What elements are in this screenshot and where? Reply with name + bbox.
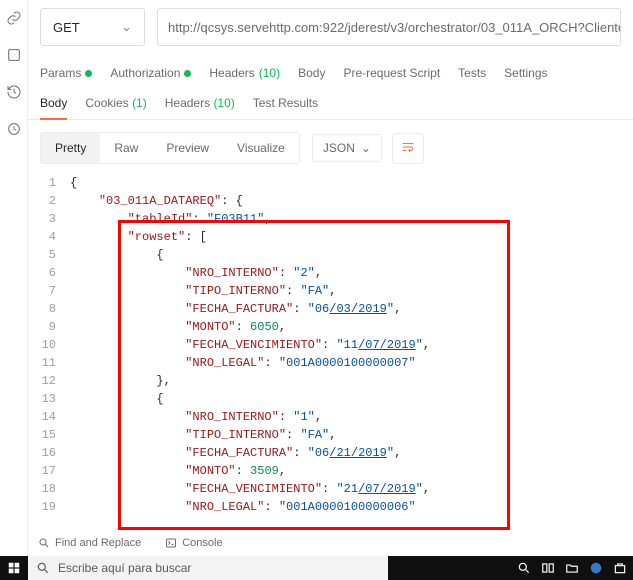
view-raw[interactable]: Raw [100,133,152,163]
json-key: "rowset" [128,230,186,244]
bottom-bar: Find and Replace Console [28,530,633,556]
request-row: GET ⌄ http://qcsys.servehttp.com:922/jde… [28,0,633,46]
json-link[interactable]: /21/2019 [329,446,387,460]
json-string: "001A0000100000007" [279,356,416,370]
restab-cookies[interactable]: Cookies (1) [85,96,146,119]
clock-icon[interactable] [6,121,22,140]
tab-settings[interactable]: Settings [504,66,547,80]
chevron-down-icon: ⌄ [361,141,371,155]
tab-params[interactable]: Params [40,66,92,80]
method-label: GET [53,20,80,35]
json-link[interactable]: /07/2019 [358,338,416,352]
link-icon[interactable] [6,10,22,29]
json-key: "NRO_INTERNO" [185,266,279,280]
json-string: "FA" [300,284,329,298]
status-dot-icon [85,70,92,77]
taskbar-search[interactable]: Escribe aquí para buscar [28,556,388,580]
json-key: "TIPO_INTERNO" [185,284,286,298]
restab-headers[interactable]: Headers (10) [165,96,235,119]
response-body[interactable]: 1{ 2 "03_011A_DATAREQ": { 3 "tableId": "… [28,164,633,516]
json-link[interactable]: /03/2019 [329,302,387,316]
format-label: JSON [323,141,355,155]
left-rail [0,0,28,580]
json-string: "06 [308,302,330,316]
json-key: "FECHA_FACTURA" [185,302,293,316]
search-placeholder: Escribe aquí para buscar [58,561,191,575]
status-dot-icon [184,70,191,77]
taskbar-tray [517,561,633,575]
box-icon[interactable] [6,47,22,66]
json-key: "NRO_LEGAL" [185,500,264,514]
restab-testresults[interactable]: Test Results [253,96,318,119]
edge-icon[interactable] [589,561,603,575]
search-icon[interactable] [517,561,531,575]
search-icon [36,561,50,575]
json-key: "tableId" [128,212,193,226]
store-icon[interactable] [613,561,627,575]
find-replace-button[interactable]: Find and Replace [38,537,141,549]
json-string: "F03B11" [207,212,265,226]
wrap-lines-button[interactable] [392,133,424,164]
json-string: "11 [336,338,358,352]
explorer-icon[interactable] [565,561,579,575]
view-controls: Pretty Raw Preview Visualize JSON ⌄ [28,120,633,164]
json-key: "03_011A_DATAREQ" [99,194,221,208]
json-key: "NRO_LEGAL" [185,356,264,370]
request-subtabs: Params Authorization Headers (10) Body P… [28,46,633,80]
json-string: "FA" [300,428,329,442]
url-input[interactable]: http://qcsys.servehttp.com:922/jderest/v… [157,8,621,46]
json-key: "FECHA_FACTURA" [185,446,293,460]
json-string: "06 [308,446,330,460]
tab-body[interactable]: Body [298,66,325,80]
view-pretty[interactable]: Pretty [41,133,100,163]
json-key: "MONTO" [185,320,235,334]
view-preview[interactable]: Preview [152,133,223,163]
url-text: http://qcsys.servehttp.com:922/jderest/v… [168,20,621,35]
tab-authorization[interactable]: Authorization [110,66,191,80]
view-mode-group: Pretty Raw Preview Visualize [40,132,300,164]
json-key: "TIPO_INTERNO" [185,428,286,442]
json-key: "NRO_INTERNO" [185,410,279,424]
json-key: "FECHA_VENCIMIENTO" [185,338,322,352]
start-button[interactable] [0,556,28,580]
response-tabs: Body Cookies (1) Headers (10) Test Resul… [28,80,633,120]
tab-headers[interactable]: Headers (10) [209,66,280,80]
tab-prerequest[interactable]: Pre-request Script [343,66,440,80]
history-icon[interactable] [6,84,22,103]
json-string: "1" [293,410,315,424]
chevron-down-icon: ⌄ [121,19,132,35]
format-select[interactable]: JSON ⌄ [312,134,382,162]
method-select[interactable]: GET ⌄ [40,8,145,46]
json-key: "FECHA_VENCIMIENTO" [185,482,322,496]
taskbar: Escribe aquí para buscar [0,556,633,580]
json-string: "001A0000100000006" [279,500,416,514]
task-view-icon[interactable] [541,561,555,575]
json-string: "2" [293,266,315,280]
json-string: "21 [336,482,358,496]
json-key: "MONTO" [185,464,235,478]
json-number: 3509 [250,464,279,478]
json-link[interactable]: /07/2019 [358,482,416,496]
restab-body[interactable]: Body [40,96,67,120]
view-visualize[interactable]: Visualize [223,133,299,163]
tab-tests[interactable]: Tests [458,66,486,80]
json-number: 6050 [250,320,279,334]
console-button[interactable]: Console [165,537,222,549]
